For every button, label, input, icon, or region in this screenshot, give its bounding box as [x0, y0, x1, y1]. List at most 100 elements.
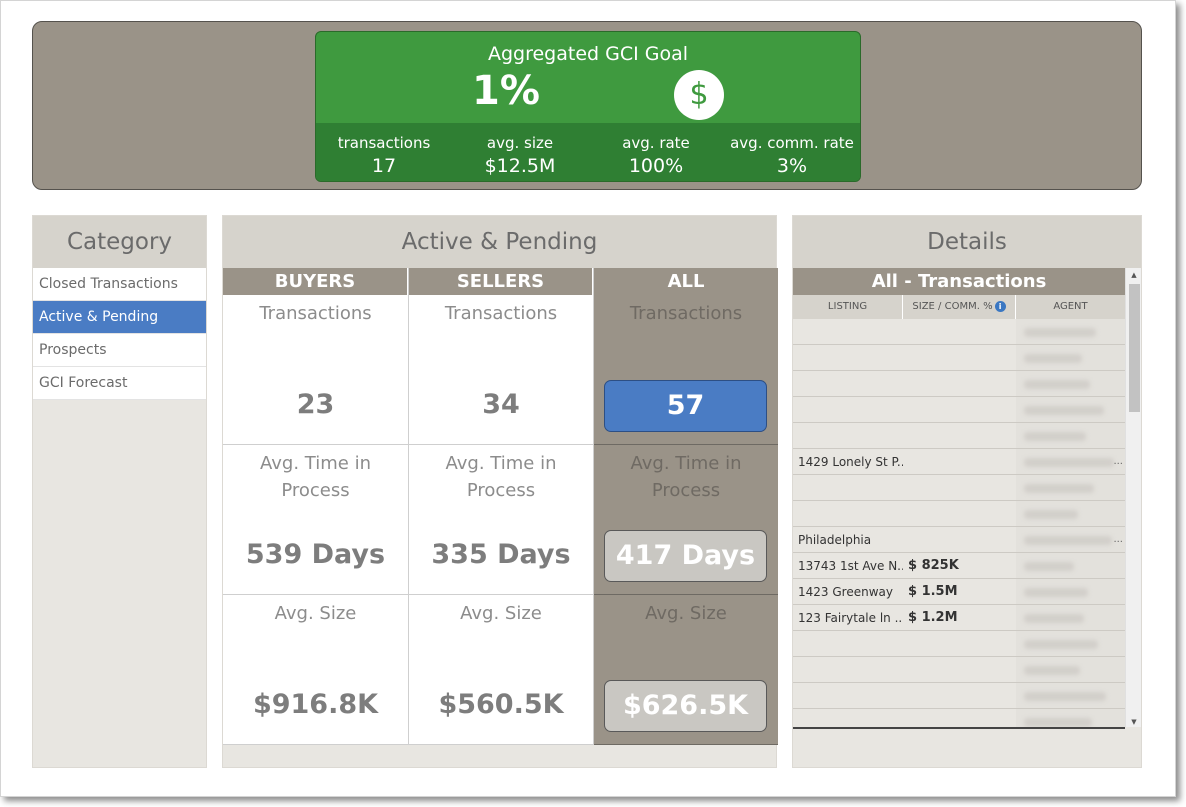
sellers-time-cell[interactable]: Avg. Time in Process 335 Days — [409, 445, 593, 595]
cell-label: Transactions — [444, 303, 558, 324]
redacted-agent-name — [1024, 718, 1092, 727]
cell-label: Avg. Time in Process — [630, 453, 742, 501]
listing-cell: 123 Fairytale ln ... — [798, 611, 903, 625]
active-pending-grid: BUYERS Transactions 23 Avg. Time in Proc… — [223, 268, 778, 745]
all-transactions-cell: Transactions 57 — [594, 295, 778, 445]
cell-label: Transactions — [629, 303, 743, 324]
table-row[interactable]: Philadelphia... — [793, 527, 1125, 553]
column-header-all: ALL — [594, 268, 778, 295]
info-icon[interactable]: i — [994, 300, 1006, 312]
scroll-up-arrow-icon[interactable]: ▲ — [1126, 271, 1141, 279]
details-panel: Details All - Transactions LISTING SIZE … — [792, 215, 1142, 768]
details-table-title: All - Transactions — [793, 268, 1125, 295]
sellers-size-cell[interactable]: Avg. Size $560.5K — [409, 595, 593, 745]
table-row[interactable] — [793, 657, 1125, 683]
size-cell — [903, 683, 1016, 708]
table-row[interactable] — [793, 631, 1125, 657]
goal-stat-value: 17 — [371, 155, 397, 177]
size-cell — [903, 319, 1016, 344]
goal-stat-value: $12.5M — [484, 155, 556, 177]
goal-stat-avg-comm-rate: avg. comm. rate 3% — [724, 123, 860, 181]
category-item-prospects[interactable]: Prospects — [33, 334, 206, 367]
cell-label: Transactions — [259, 303, 372, 324]
table-row[interactable] — [793, 709, 1125, 727]
table-row[interactable]: 123 Fairytale ln ... $ 1.2M — [793, 605, 1125, 631]
all-time-button[interactable]: 417 Days — [604, 530, 767, 582]
table-row[interactable] — [793, 397, 1125, 423]
table-row[interactable] — [793, 475, 1125, 501]
category-item-closed-transactions[interactable]: Closed Transactions — [33, 268, 206, 301]
redacted-agent-name — [1024, 692, 1106, 701]
all-size-button[interactable]: $626.5K — [604, 680, 767, 732]
goal-stat-avg-rate: avg. rate 100% — [588, 123, 724, 181]
app-window: Aggregated GCI Goal 1% $ transactions 17… — [0, 0, 1176, 797]
column-header-size-label: SIZE / COMM. % — [912, 301, 993, 312]
all-size-cell: Avg. Size $626.5K — [594, 595, 778, 745]
sellers-transactions-value: 34 — [482, 389, 520, 420]
sellers-time-value: 335 Days — [431, 539, 571, 570]
cell-label: Avg. Time in Process — [260, 453, 371, 501]
cell-label: Avg. Size — [460, 603, 542, 624]
agent-cell — [1016, 683, 1125, 708]
redacted-agent-name — [1024, 458, 1114, 467]
redacted-agent-name — [1024, 588, 1088, 597]
redacted-agent-name — [1024, 562, 1074, 571]
table-row[interactable] — [793, 501, 1125, 527]
agent-cell — [1016, 553, 1125, 578]
column-header-size[interactable]: SIZE / COMM. % i — [903, 295, 1016, 319]
buyers-time-value: 539 Days — [245, 539, 386, 570]
size-cell — [903, 475, 1016, 500]
agent-cell — [1016, 319, 1125, 344]
details-scrollbar[interactable]: ▲ ▼ — [1125, 268, 1141, 727]
table-row[interactable] — [793, 345, 1125, 371]
size-cell: $ 825K — [908, 558, 959, 573]
agent-cell — [1016, 605, 1125, 630]
size-cell — [903, 423, 1016, 448]
listing-cell: 13743 1st Ave N... — [798, 559, 903, 573]
sellers-column: SELLERS Transactions 34 Avg. Time in Pro… — [408, 268, 593, 745]
size-cell — [903, 527, 1016, 552]
table-row[interactable] — [793, 423, 1125, 449]
redacted-agent-name — [1024, 380, 1090, 389]
listing-cell: 1429 Lonely St P... — [798, 455, 903, 469]
column-header-agent-label: AGENT — [1053, 301, 1088, 312]
size-cell — [903, 449, 1016, 474]
goal-stat-label: avg. rate — [622, 134, 690, 152]
listing-cell — [793, 319, 903, 344]
column-header-listing[interactable]: LISTING — [793, 295, 903, 319]
table-row[interactable]: 1423 Greenway $ 1.5M — [793, 579, 1125, 605]
table-row[interactable]: 1429 Lonely St P...... — [793, 449, 1125, 475]
column-header-sellers: SELLERS — [409, 268, 593, 295]
size-cell: $ 1.5M — [908, 584, 958, 599]
agent-cell — [1016, 423, 1125, 448]
size-cell — [903, 501, 1016, 526]
table-row[interactable]: 13743 1st Ave N... $ 825K — [793, 553, 1125, 579]
scroll-down-arrow-icon[interactable]: ▼ — [1126, 718, 1141, 726]
table-row[interactable] — [793, 371, 1125, 397]
buyers-time-cell[interactable]: Avg. Time in Process 539 Days — [223, 445, 408, 595]
goal-stat-label: avg. size — [486, 134, 554, 152]
buyers-size-cell[interactable]: Avg. Size $916.8K — [223, 595, 408, 745]
redacted-agent-name — [1024, 666, 1080, 675]
gci-goal-card[interactable]: Aggregated GCI Goal 1% $ transactions 17… — [315, 31, 861, 182]
details-rows: 1429 Lonely St P...... Philadelphia... 137… — [793, 319, 1125, 727]
table-row[interactable] — [793, 683, 1125, 709]
listing-cell — [793, 397, 903, 422]
goal-stat-label: transactions — [337, 134, 431, 152]
table-row[interactable] — [793, 319, 1125, 345]
goal-title: Aggregated GCI Goal — [487, 43, 689, 65]
agent-cell — [1016, 709, 1125, 727]
redacted-agent-name — [1024, 614, 1084, 623]
agent-cell — [1016, 345, 1125, 370]
category-item-gci-forecast[interactable]: GCI Forecast — [33, 367, 206, 400]
scrollbar-thumb[interactable] — [1129, 284, 1140, 412]
buyers-transactions-cell[interactable]: Transactions 23 — [223, 295, 408, 445]
agent-cell: ... — [1016, 449, 1125, 474]
column-header-agent[interactable]: AGENT — [1016, 295, 1125, 319]
listing-cell — [793, 683, 903, 708]
all-transactions-button[interactable]: 57 — [604, 380, 767, 432]
redacted-agent-name — [1024, 510, 1078, 519]
category-item-active-pending[interactable]: Active & Pending — [33, 301, 206, 334]
sellers-transactions-cell[interactable]: Transactions 34 — [409, 295, 593, 445]
all-column: ALL Transactions 57 Avg. Time in Process… — [593, 268, 778, 745]
